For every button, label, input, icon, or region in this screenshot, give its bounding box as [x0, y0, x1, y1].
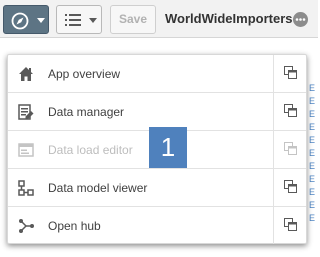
menu-item-label: App overview — [48, 67, 121, 81]
open-in-new-tab-button[interactable] — [273, 207, 306, 244]
compass-icon — [11, 12, 29, 30]
open-new-tab-icon — [284, 180, 297, 193]
open-new-tab-icon — [284, 66, 297, 79]
background-fragment: E — [309, 96, 316, 106]
menu-item-label: Data manager — [48, 105, 125, 119]
menu-item-open-hub[interactable]: Open hub — [8, 207, 306, 245]
background-fragment: E — [309, 213, 316, 223]
save-button[interactable]: Save — [110, 5, 156, 34]
open-new-tab-icon — [284, 142, 297, 155]
background-fragment: E — [309, 109, 316, 119]
list-icon — [65, 14, 81, 26]
menu-item-app-overview[interactable]: App overview — [8, 55, 306, 93]
open-in-new-tab-button[interactable] — [273, 55, 306, 92]
open-new-tab-icon — [284, 218, 297, 231]
open-in-new-tab-button[interactable] — [273, 93, 306, 130]
background-fragment: E — [309, 148, 316, 158]
background-fragment: E — [309, 135, 316, 145]
background-fragment: E — [309, 187, 316, 197]
background-fragment: E — [309, 161, 316, 171]
menu-item-label: Data load editor — [48, 143, 133, 157]
background-fragment: E — [309, 122, 316, 132]
navigation-menu-button[interactable] — [3, 5, 49, 34]
home-icon — [19, 67, 33, 81]
menu-item-data-manager[interactable]: Data manager — [8, 93, 306, 131]
menu-item-label: Data model viewer — [48, 181, 148, 195]
open-in-new-tab-button[interactable] — [273, 169, 306, 206]
chevron-down-icon — [37, 18, 45, 23]
hub-icon — [19, 219, 34, 233]
data-model-viewer-icon — [18, 180, 34, 196]
sheets-list-button[interactable] — [56, 5, 102, 34]
background-fragment: E — [309, 83, 316, 93]
step-number-callout: 1 — [149, 127, 187, 168]
open-in-new-tab-button — [273, 131, 306, 168]
more-options-icon[interactable] — [293, 12, 308, 27]
open-new-tab-icon — [284, 104, 297, 117]
data-manager-icon — [18, 104, 34, 120]
background-fragment: E — [309, 200, 316, 210]
menu-item-label: Open hub — [48, 219, 101, 233]
toolbar: Save WorldWideImporters — [0, 0, 318, 38]
data-load-editor-icon — [18, 143, 34, 157]
background-fragment: E — [309, 174, 316, 184]
menu-item-data-model-viewer[interactable]: Data model viewer — [8, 169, 306, 207]
chevron-down-icon — [89, 18, 97, 23]
app-title: WorldWideImporters — [165, 11, 293, 26]
